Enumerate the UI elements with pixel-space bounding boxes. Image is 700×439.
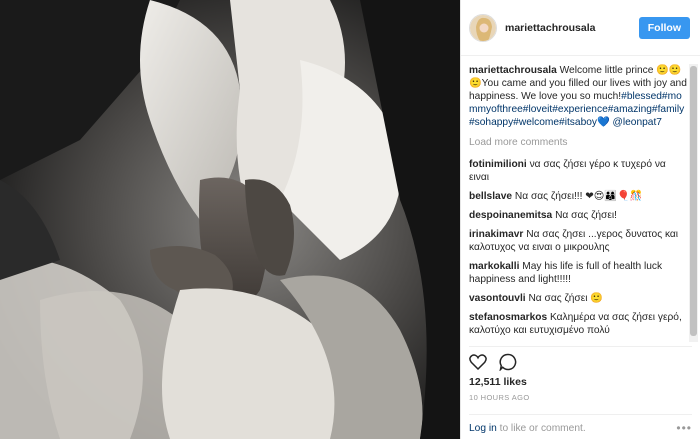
login-link[interactable]: Log in — [469, 423, 497, 434]
load-more-comments[interactable]: Load more comments — [469, 136, 687, 149]
comment-item: vasontouvli Να σας ζήσει 🙂 — [469, 292, 687, 305]
scrollbar-thumb[interactable] — [690, 66, 697, 336]
comment-username[interactable]: markokalli — [469, 261, 519, 272]
post-photo[interactable] — [0, 0, 460, 439]
more-icon[interactable]: ••• — [676, 421, 692, 435]
comment-text: Να σας ζήσει!!! ❤😍👨‍👩‍👦🎈🎊 — [514, 191, 643, 202]
post-caption: mariettachrousala Welcome little prince … — [469, 64, 687, 129]
comment-item: markokalli May his life is full of healt… — [469, 260, 687, 286]
caption-mention[interactable]: @leonpat7 — [613, 117, 662, 128]
comment-username[interactable]: stefanosmarkos — [469, 312, 547, 323]
post-frame: mariettachrousala Follow mariettachrousa… — [0, 0, 700, 439]
comment-text: Να σας ζήσει 🙂 — [528, 293, 604, 304]
comment-text: Να σας ζήσει! — [555, 210, 617, 221]
comment-item: irinakimavr Να σας ζησει ...γερος δυνατο… — [469, 228, 687, 254]
comment-username[interactable]: irinakimavr — [469, 229, 523, 240]
comment-username[interactable]: vasontouvli — [469, 293, 526, 304]
post-timestamp[interactable]: 10 HOURS AGO — [469, 393, 530, 402]
comment-rows: fotinimilioni να σας ζήσει γέρο κ τυχερό… — [469, 158, 687, 337]
heart-icon[interactable] — [469, 353, 487, 371]
comment-item: despoinanemitsa Να σας ζήσει! — [469, 209, 687, 222]
caption-emoji: 💙 — [597, 117, 610, 128]
login-footer: Log in to like or comment. ••• — [469, 414, 692, 435]
avatar[interactable] — [469, 13, 497, 42]
baby-feet-photo — [0, 0, 460, 439]
comments-scrollbar[interactable] — [689, 64, 698, 342]
comment-username[interactable]: bellslave — [469, 191, 512, 202]
comments-list: mariettachrousala Welcome little prince … — [469, 64, 687, 342]
post-header: mariettachrousala Follow — [461, 0, 700, 56]
comment-item: bellslave Να σας ζήσει!!! ❤😍👨‍👩‍👦🎈🎊 — [469, 190, 687, 203]
comment-username[interactable]: despoinanemitsa — [469, 210, 552, 221]
comment-item: stefanosmarkos Καλημέρα να σας ζήσει γερ… — [469, 311, 687, 337]
follow-button[interactable]: Follow — [638, 16, 690, 39]
caption-username[interactable]: mariettachrousala — [469, 65, 557, 76]
action-bar — [469, 346, 692, 372]
post-side-panel: mariettachrousala Follow mariettachrousa… — [460, 0, 700, 439]
likes-count[interactable]: 12,511 likes — [469, 376, 527, 388]
login-suffix: to like or comment. — [499, 423, 586, 434]
comment-item: fotinimilioni να σας ζήσει γέρο κ τυχερό… — [469, 158, 687, 184]
header-username[interactable]: mariettachrousala — [505, 22, 639, 34]
comment-icon[interactable] — [499, 353, 517, 372]
comment-username[interactable]: fotinimilioni — [469, 159, 527, 170]
